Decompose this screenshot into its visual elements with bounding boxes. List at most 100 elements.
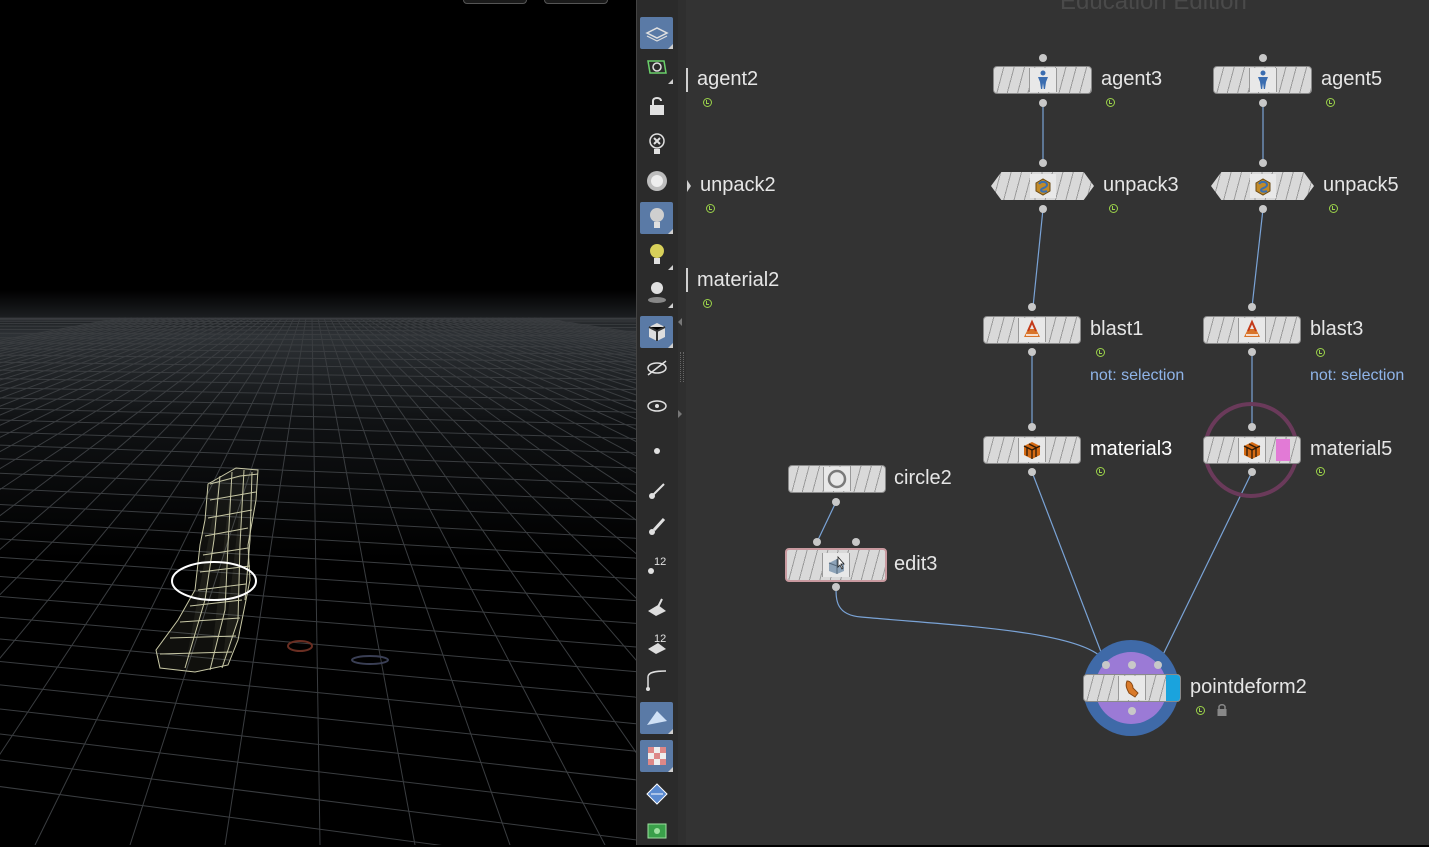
collapse-arrow-icon[interactable] <box>678 318 682 326</box>
material2-node-collapsed[interactable] <box>686 268 688 292</box>
edit3-input-1[interactable] <box>813 538 821 546</box>
point-display-icon <box>644 438 670 464</box>
blast3-comment: not: selection <box>1310 367 1404 385</box>
material3-node[interactable] <box>983 436 1081 464</box>
pointdeform2-input-1[interactable] <box>1102 661 1110 669</box>
no-lighting-icon <box>644 131 670 157</box>
lock-camera-toggle[interactable] <box>640 90 673 122</box>
edit3-output[interactable] <box>832 583 840 591</box>
primitive-normal-toggle[interactable] <box>640 590 673 622</box>
agent3-input[interactable] <box>1039 54 1047 62</box>
circle2-label: circle2 <box>894 467 952 490</box>
pointdeform2-input-2[interactable] <box>1128 661 1136 669</box>
point-normal-icon <box>644 477 670 503</box>
vertex-display-toggle[interactable] <box>640 778 673 810</box>
point-uv-toggle[interactable] <box>640 510 673 542</box>
ghost-other-objects-toggle[interactable] <box>640 52 673 84</box>
shaded-faces-toggle[interactable] <box>640 702 673 734</box>
pointdeform2-input-3[interactable] <box>1154 661 1162 669</box>
material3-output[interactable] <box>1028 468 1036 476</box>
hull-display-toggle[interactable] <box>640 664 673 696</box>
blast1-input[interactable] <box>1028 303 1036 311</box>
unpack2-node-collapsed[interactable] <box>687 180 691 192</box>
agent5-node[interactable] <box>1213 66 1312 94</box>
pointdeform2-output[interactable] <box>1128 707 1136 715</box>
unpack2-status-icon <box>706 204 715 213</box>
bounding-box-icon <box>644 818 670 844</box>
bypass-flag[interactable] <box>1276 439 1290 461</box>
headlight-toggle[interactable] <box>640 165 673 197</box>
agent5-output[interactable] <box>1259 99 1267 107</box>
agent3-node[interactable] <box>993 66 1092 94</box>
shaded-mode-toggle[interactable] <box>640 316 673 348</box>
lock-camera-icon <box>644 93 670 119</box>
circle2-output[interactable] <box>832 498 840 506</box>
ghost-other-objects-icon <box>644 55 670 81</box>
shaded-mode-icon <box>644 319 670 345</box>
pointdeform-icon <box>1118 676 1146 700</box>
primitive-numbers-toggle[interactable]: 12 <box>640 628 673 660</box>
material2-status-icon <box>703 299 712 308</box>
hull-display-icon <box>644 667 670 693</box>
drag-handle[interactable] <box>680 352 684 382</box>
agent5-input[interactable] <box>1259 54 1267 62</box>
point-normal-toggle[interactable] <box>640 474 673 506</box>
display-options-toggle[interactable] <box>640 17 673 49</box>
circle2-node[interactable] <box>788 465 886 493</box>
expand-arrow-icon[interactable] <box>678 410 682 418</box>
blast1-node[interactable] <box>983 316 1081 344</box>
unpack2-label: unpack2 <box>700 174 776 197</box>
submenu-arrow-icon <box>668 229 673 234</box>
unpack5-status-icon <box>1329 204 1338 213</box>
edit3-node[interactable] <box>785 548 887 582</box>
hide-other-objects-toggle[interactable] <box>640 352 673 384</box>
pointdeform2-status-icon <box>1196 706 1205 715</box>
blast3-output[interactable] <box>1248 348 1256 356</box>
point-numbers-toggle[interactable]: 12 <box>640 548 673 580</box>
scene-viewport[interactable] <box>0 0 636 845</box>
blast3-input[interactable] <box>1248 303 1256 311</box>
network-editor[interactable]: Education Edition agent2 unpack2 materia… <box>686 0 1429 845</box>
unpack3-input[interactable] <box>1039 159 1047 167</box>
unpack5-output[interactable] <box>1259 205 1267 213</box>
blast1-output[interactable] <box>1028 348 1036 356</box>
material3-label: material3 <box>1090 438 1172 461</box>
no-lighting-toggle[interactable] <box>640 128 673 160</box>
unpack3-node[interactable] <box>991 172 1094 200</box>
edit3-label: edit3 <box>894 553 937 576</box>
bounding-box-toggle[interactable] <box>640 815 673 847</box>
high-quality-lighting-toggle[interactable] <box>640 238 673 270</box>
agent3-status-icon <box>1106 98 1115 107</box>
material3-input[interactable] <box>1028 423 1036 431</box>
submenu-arrow-icon <box>668 44 673 49</box>
shaded-faces-icon <box>644 705 670 731</box>
uv-checker-toggle[interactable] <box>640 740 673 772</box>
unpack5-node[interactable] <box>1211 172 1314 200</box>
edit3-input-2[interactable] <box>852 538 860 546</box>
material5-output[interactable] <box>1248 468 1256 476</box>
material5-label: material5 <box>1310 438 1392 461</box>
lock-icon[interactable] <box>1216 703 1228 717</box>
point-display-toggle[interactable] <box>640 435 673 467</box>
blast3-node[interactable] <box>1203 316 1301 344</box>
material5-input[interactable] <box>1248 423 1256 431</box>
pane-divider[interactable] <box>678 0 686 845</box>
render-flag[interactable] <box>1166 675 1180 701</box>
unpack5-input[interactable] <box>1259 159 1267 167</box>
agent-geometry <box>0 0 636 845</box>
material5-status-icon <box>1316 467 1325 476</box>
material5-node[interactable] <box>1203 436 1301 464</box>
agent-icon <box>1249 68 1277 92</box>
vertex-display-icon <box>644 781 670 807</box>
blast3-label: blast3 <box>1310 318 1363 341</box>
unpack3-output[interactable] <box>1039 205 1047 213</box>
agent2-node-collapsed[interactable] <box>686 68 688 92</box>
agent3-output[interactable] <box>1039 99 1047 107</box>
unpack-icon <box>1250 174 1276 198</box>
template-mode-toggle[interactable] <box>640 390 673 422</box>
high-quality-shadows-toggle[interactable] <box>640 276 673 308</box>
headlight-icon <box>644 168 670 194</box>
normal-lighting-toggle[interactable] <box>640 202 673 234</box>
pointdeform2-node[interactable] <box>1083 674 1181 702</box>
submenu-arrow-icon <box>668 303 673 308</box>
